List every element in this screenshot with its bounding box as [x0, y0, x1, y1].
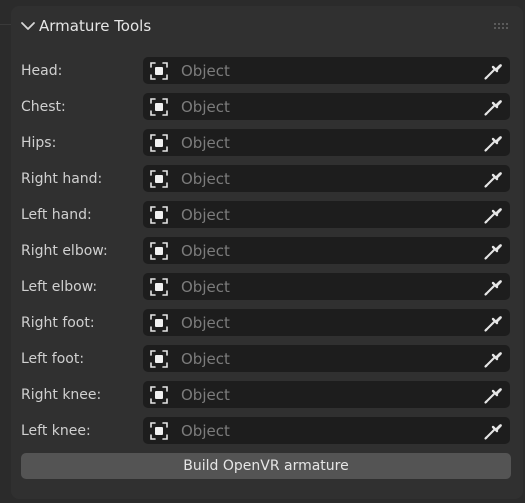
object-icon [150, 206, 168, 224]
object-placeholder: Object [181, 170, 230, 188]
object-picker-row: Chest: Object [11, 92, 523, 122]
object-picker-row: Right elbow: Object [11, 236, 523, 266]
object-picker-row: Right knee: Object [11, 380, 523, 410]
build-openvr-armature-button[interactable]: Build OpenVR armature [21, 453, 511, 479]
field-label: Head: [21, 63, 63, 79]
eyedropper-icon[interactable] [482, 168, 504, 190]
panel-header[interactable]: Armature Tools [11, 6, 523, 46]
field-label: Right hand: [21, 171, 103, 187]
object-icon [150, 98, 168, 116]
eyedropper-icon[interactable] [482, 312, 504, 334]
object-picker-row: Head: Object [11, 56, 523, 86]
object-field[interactable]: Object [143, 57, 510, 84]
object-placeholder: Object [181, 278, 230, 296]
object-placeholder: Object [181, 242, 230, 260]
object-icon [150, 350, 168, 368]
field-label: Right knee: [21, 387, 102, 403]
object-field[interactable]: Object [143, 201, 510, 228]
object-field[interactable]: Object [143, 93, 510, 120]
eyedropper-icon[interactable] [482, 384, 504, 406]
field-label: Right elbow: [21, 243, 108, 259]
object-picker-row: Left hand: Object [11, 200, 523, 230]
field-label: Left knee: [21, 423, 91, 439]
object-field[interactable]: Object [143, 381, 510, 408]
field-label: Left foot: [21, 351, 85, 367]
eyedropper-icon[interactable] [482, 240, 504, 262]
field-label: Hips: [21, 135, 57, 151]
object-icon [150, 242, 168, 260]
object-picker-row: Left elbow: Object [11, 272, 523, 302]
object-icon [150, 278, 168, 296]
eyedropper-icon[interactable] [482, 348, 504, 370]
object-picker-row: Right hand: Object [11, 164, 523, 194]
eyedropper-icon[interactable] [482, 276, 504, 298]
object-field[interactable]: Object [143, 165, 510, 192]
object-field[interactable]: Object [143, 129, 510, 156]
field-label: Left hand: [21, 207, 92, 223]
object-icon [150, 422, 168, 440]
object-picker-row: Right foot: Object [11, 308, 523, 338]
object-icon [150, 386, 168, 404]
object-icon [150, 314, 168, 332]
object-field[interactable]: Object [143, 345, 510, 372]
object-placeholder: Object [181, 98, 230, 116]
eyedropper-icon[interactable] [482, 60, 504, 82]
field-label: Right foot: [21, 315, 95, 331]
object-picker-row: Left knee: Object [11, 416, 523, 446]
eyedropper-icon[interactable] [482, 204, 504, 226]
chevron-down-icon[interactable] [20, 20, 36, 32]
object-placeholder: Object [181, 386, 230, 404]
object-picker-row: Left foot: Object [11, 344, 523, 374]
eyedropper-icon[interactable] [482, 96, 504, 118]
object-placeholder: Object [181, 134, 230, 152]
object-field[interactable]: Object [143, 417, 510, 444]
eyedropper-icon[interactable] [482, 420, 504, 442]
object-icon [150, 62, 168, 80]
object-placeholder: Object [181, 206, 230, 224]
object-field[interactable]: Object [143, 273, 510, 300]
field-label: Chest: [21, 99, 66, 115]
object-field[interactable]: Object [143, 237, 510, 264]
object-icon [150, 170, 168, 188]
object-placeholder: Object [181, 314, 230, 332]
object-icon [150, 134, 168, 152]
object-picker-row: Hips: Object [11, 128, 523, 158]
armature-tools-panel: Armature Tools Head: Object Chest: Object Hi… [11, 6, 523, 499]
eyedropper-icon[interactable] [482, 132, 504, 154]
drag-grip-icon[interactable] [493, 22, 511, 32]
object-placeholder: Object [181, 62, 230, 80]
object-field[interactable]: Object [143, 309, 510, 336]
object-placeholder: Object [181, 350, 230, 368]
panel-title: Armature Tools [39, 17, 152, 35]
object-placeholder: Object [181, 422, 230, 440]
field-label: Left elbow: [21, 279, 98, 295]
